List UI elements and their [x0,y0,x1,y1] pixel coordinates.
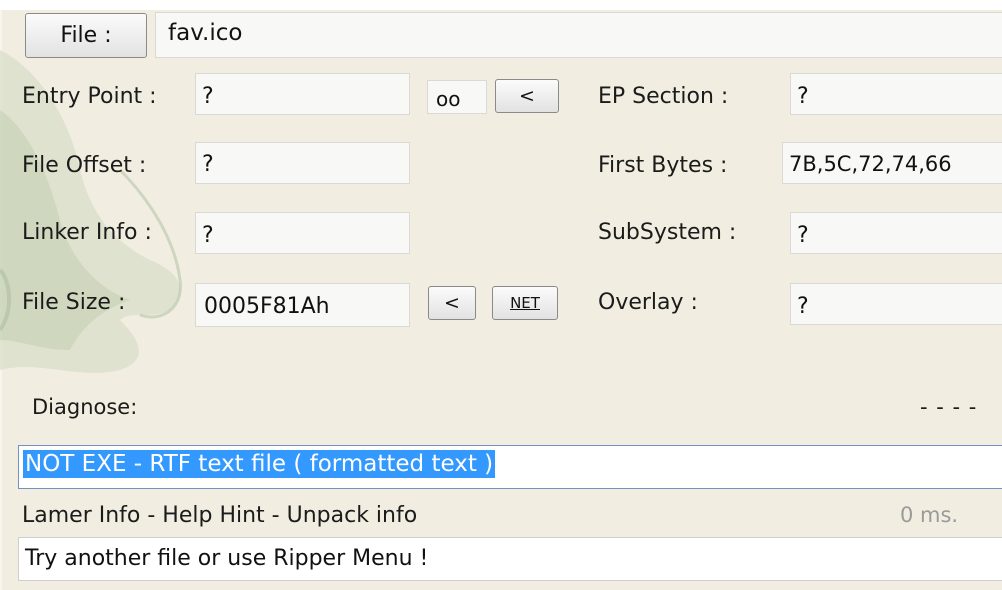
subsystem-value: ? [797,223,809,248]
file-size-back-label: < [444,292,460,314]
overlay-label: Overlay : [598,290,698,315]
oo-label: oo [436,87,461,111]
ep-section-field[interactable]: ? [790,73,1002,115]
window-top-edge [0,0,1002,10]
file-size-value: 0005F81Ah [204,294,330,319]
entry-point-value: ? [202,84,214,109]
net-button-label: NET [510,294,540,312]
hint-text: Try another file or use Ripper Menu ! [25,546,429,571]
file-path-value: fav.ico [168,20,243,46]
file-offset-field[interactable]: ? [195,142,410,184]
first-bytes-field[interactable]: 7B,5C,72,74,66 [782,142,1002,184]
file-size-back-button[interactable]: < [428,286,476,320]
ep-section-label: EP Section : [598,84,729,109]
hint-field[interactable]: Try another file or use Ripper Menu ! [18,537,1002,581]
linker-info-value: ? [202,223,214,248]
linker-info-label: Linker Info : [22,220,152,245]
file-button[interactable]: File : [25,13,147,58]
entry-point-field[interactable]: ? [195,73,410,115]
overlay-value: ? [797,294,809,319]
first-bytes-value: 7B,5C,72,74,66 [789,152,952,176]
result-field[interactable]: NOT EXE - RTF text file ( formatted text… [18,445,1002,489]
file-offset-label: File Offset : [22,153,147,178]
subsystem-label: SubSystem : [598,220,737,245]
linker-info-field[interactable]: ? [195,212,410,254]
entry-point-back-label: < [519,85,535,107]
result-text: NOT EXE - RTF text file ( formatted text… [23,450,496,478]
file-size-label: File Size : [22,290,126,315]
ep-section-value: ? [797,84,809,109]
overlay-field[interactable]: ? [790,283,1002,325]
file-path-field[interactable]: fav.ico [155,12,1002,58]
diagnose-label: Diagnose: [32,395,138,419]
file-size-field[interactable]: 0005F81Ah [195,283,410,327]
entry-point-label: Entry Point : [22,84,157,109]
first-bytes-label: First Bytes : [598,153,728,178]
file-offset-value: ? [202,152,214,177]
lamer-info-label: Lamer Info - Help Hint - Unpack info [22,503,418,528]
net-button[interactable]: NET [492,286,558,320]
diagnose-dashes: - - - - [920,395,978,419]
entry-point-back-button[interactable]: < [495,79,559,113]
exeinfo-window: File : fav.ico Entry Point : ? oo < EP S… [0,0,1002,590]
oo-field[interactable]: oo [427,80,487,114]
subsystem-field[interactable]: ? [790,212,1002,254]
elapsed-time: 0 ms. [900,503,959,527]
file-button-label: File : [60,23,112,48]
